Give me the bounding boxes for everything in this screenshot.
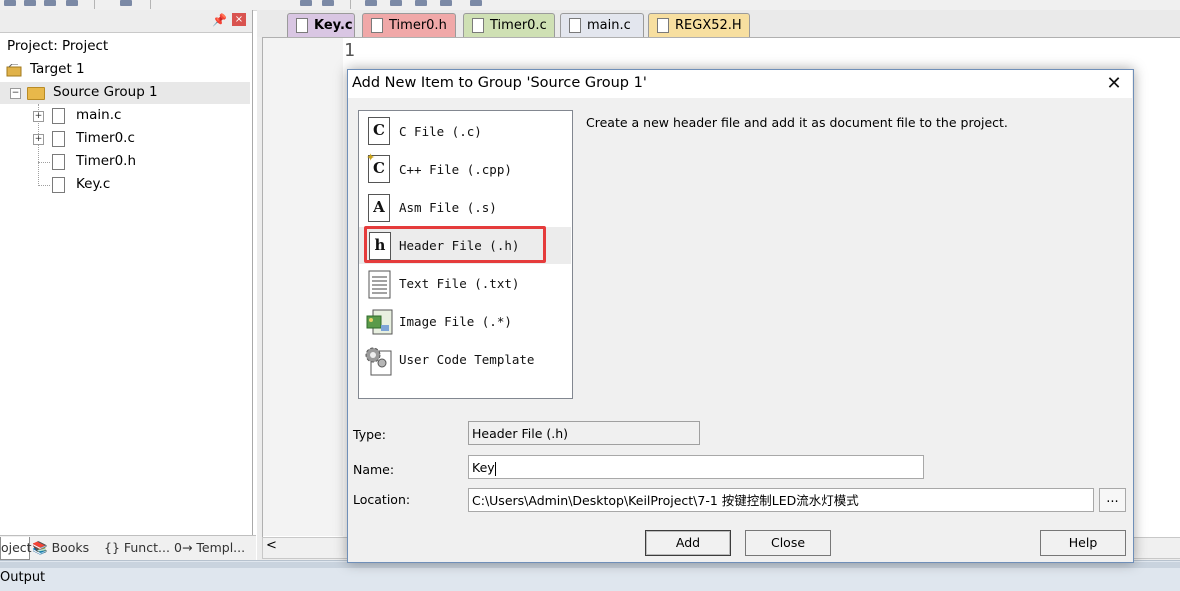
tree-group[interactable]: Source Group 1 xyxy=(53,84,158,100)
tab-timer0-h[interactable]: Timer0.h xyxy=(362,13,456,37)
toolbar-separator xyxy=(350,0,351,9)
tree-file-timer0-h[interactable]: Timer0.h xyxy=(76,153,136,169)
item-text-file[interactable]: Text File (.txt) xyxy=(399,276,519,291)
close-button[interactable]: Close xyxy=(745,530,831,556)
toolbar-button-icon[interactable] xyxy=(300,0,312,6)
file-icon xyxy=(657,18,669,33)
tree-file-timer0-c[interactable]: Timer0.c xyxy=(76,130,135,146)
tree-target[interactable]: Target 1 xyxy=(30,61,85,77)
tree-file-main[interactable]: main.c xyxy=(76,107,121,123)
folder-icon xyxy=(27,87,45,100)
toolbar-separator xyxy=(94,0,95,9)
item-user-code-template[interactable]: User Code Template xyxy=(399,352,534,367)
location-label: Location: xyxy=(353,492,411,507)
name-input-value: Key xyxy=(472,460,495,475)
tab-project[interactable]: oject xyxy=(0,537,32,560)
tab-label: main.c xyxy=(587,18,631,33)
toolbar-button-icon[interactable] xyxy=(120,0,132,6)
books-icon: 📚 xyxy=(32,540,48,555)
text-caret xyxy=(494,461,496,476)
image-file-icon xyxy=(365,307,395,337)
tab-books-label: Books xyxy=(51,540,90,555)
name-label: Name: xyxy=(353,462,395,477)
target-icon xyxy=(6,63,22,77)
toolbar-button-icon[interactable] xyxy=(24,0,36,6)
tab-key-c[interactable]: Key.c xyxy=(287,13,355,39)
item-description: Create a new header file and add it as d… xyxy=(586,115,1008,130)
tab-label: Timer0.c xyxy=(490,18,547,33)
tree-file-key[interactable]: Key.c xyxy=(76,176,110,192)
toolbar-button-icon[interactable] xyxy=(470,0,482,6)
add-button[interactable]: Add xyxy=(645,530,731,556)
name-input[interactable]: Key xyxy=(468,455,924,479)
pin-icon[interactable]: 📌 xyxy=(212,13,227,27)
c-file-icon: C xyxy=(368,117,390,145)
file-icon xyxy=(52,131,65,147)
template-gear-icon xyxy=(363,345,395,377)
tab-timer0-c[interactable]: Timer0.c xyxy=(463,13,555,37)
toolbar-button-icon[interactable] xyxy=(365,0,377,6)
tab-main-c[interactable]: main.c xyxy=(560,13,644,37)
help-button[interactable]: Help xyxy=(1040,530,1126,556)
file-icon xyxy=(296,18,308,33)
toolbar-button-icon[interactable] xyxy=(390,0,402,6)
tree-line xyxy=(38,185,50,186)
item-image-file[interactable]: Image File (.*) xyxy=(399,314,512,329)
tab-books[interactable]: 📚 Books xyxy=(32,537,100,559)
item-c-file[interactable]: C File (.c) xyxy=(399,124,482,139)
project-root[interactable]: Project: Project xyxy=(7,38,108,54)
expand-icon[interactable]: + xyxy=(33,134,44,145)
browse-button[interactable]: ... xyxy=(1099,488,1126,512)
file-icon xyxy=(569,18,581,33)
toolbar-separator xyxy=(150,0,151,9)
highlight-box xyxy=(364,226,546,263)
toolbar-button-icon[interactable] xyxy=(44,0,56,6)
close-icon[interactable]: × xyxy=(232,13,246,26)
tab-regx52-h[interactable]: REGX52.H xyxy=(648,13,750,37)
scroll-left-icon[interactable]: < xyxy=(266,538,277,553)
file-icon xyxy=(52,177,65,193)
file-icon xyxy=(52,108,65,124)
tab-label: REGX52.H xyxy=(675,18,742,33)
output-window-label[interactable]: Output xyxy=(0,570,45,585)
type-field: Header File (.h) xyxy=(468,421,700,445)
file-icon xyxy=(472,18,484,33)
asm-file-icon: A xyxy=(368,194,390,222)
close-icon[interactable]: ✕ xyxy=(1104,74,1124,94)
toolbar-button-icon[interactable] xyxy=(66,0,78,6)
text-file-icon xyxy=(368,270,392,299)
file-icon xyxy=(52,154,65,170)
tab-label: Timer0.h xyxy=(389,18,447,33)
tree-line xyxy=(38,162,50,163)
item-cpp-file[interactable]: C++ File (.cpp) xyxy=(399,162,512,177)
tab-templates[interactable]: 0→ Templ... xyxy=(174,537,246,559)
collapse-icon[interactable]: − xyxy=(10,88,21,99)
tab-functions[interactable]: {} Funct... xyxy=(104,537,170,559)
dialog-title: Add New Item to Group 'Source Group 1' xyxy=(352,75,647,91)
tab-label: Key.c xyxy=(314,14,353,39)
sparkle-icon: ✦ xyxy=(366,151,376,164)
expand-icon[interactable]: + xyxy=(33,111,44,122)
toolbar-button-icon[interactable] xyxy=(440,0,452,6)
toolbar-button-icon[interactable] xyxy=(322,0,334,6)
item-asm-file[interactable]: Asm File (.s) xyxy=(399,200,497,215)
line-gutter xyxy=(263,38,343,536)
type-label: Type: xyxy=(353,427,386,442)
line-number: 1 xyxy=(344,40,355,61)
toolbar-button-icon[interactable] xyxy=(4,0,16,6)
location-input[interactable]: C:\Users\Admin\Desktop\KeilProject\7-1 按… xyxy=(468,488,1094,512)
toolbar-button-icon[interactable] xyxy=(415,0,427,6)
file-icon xyxy=(371,18,383,33)
